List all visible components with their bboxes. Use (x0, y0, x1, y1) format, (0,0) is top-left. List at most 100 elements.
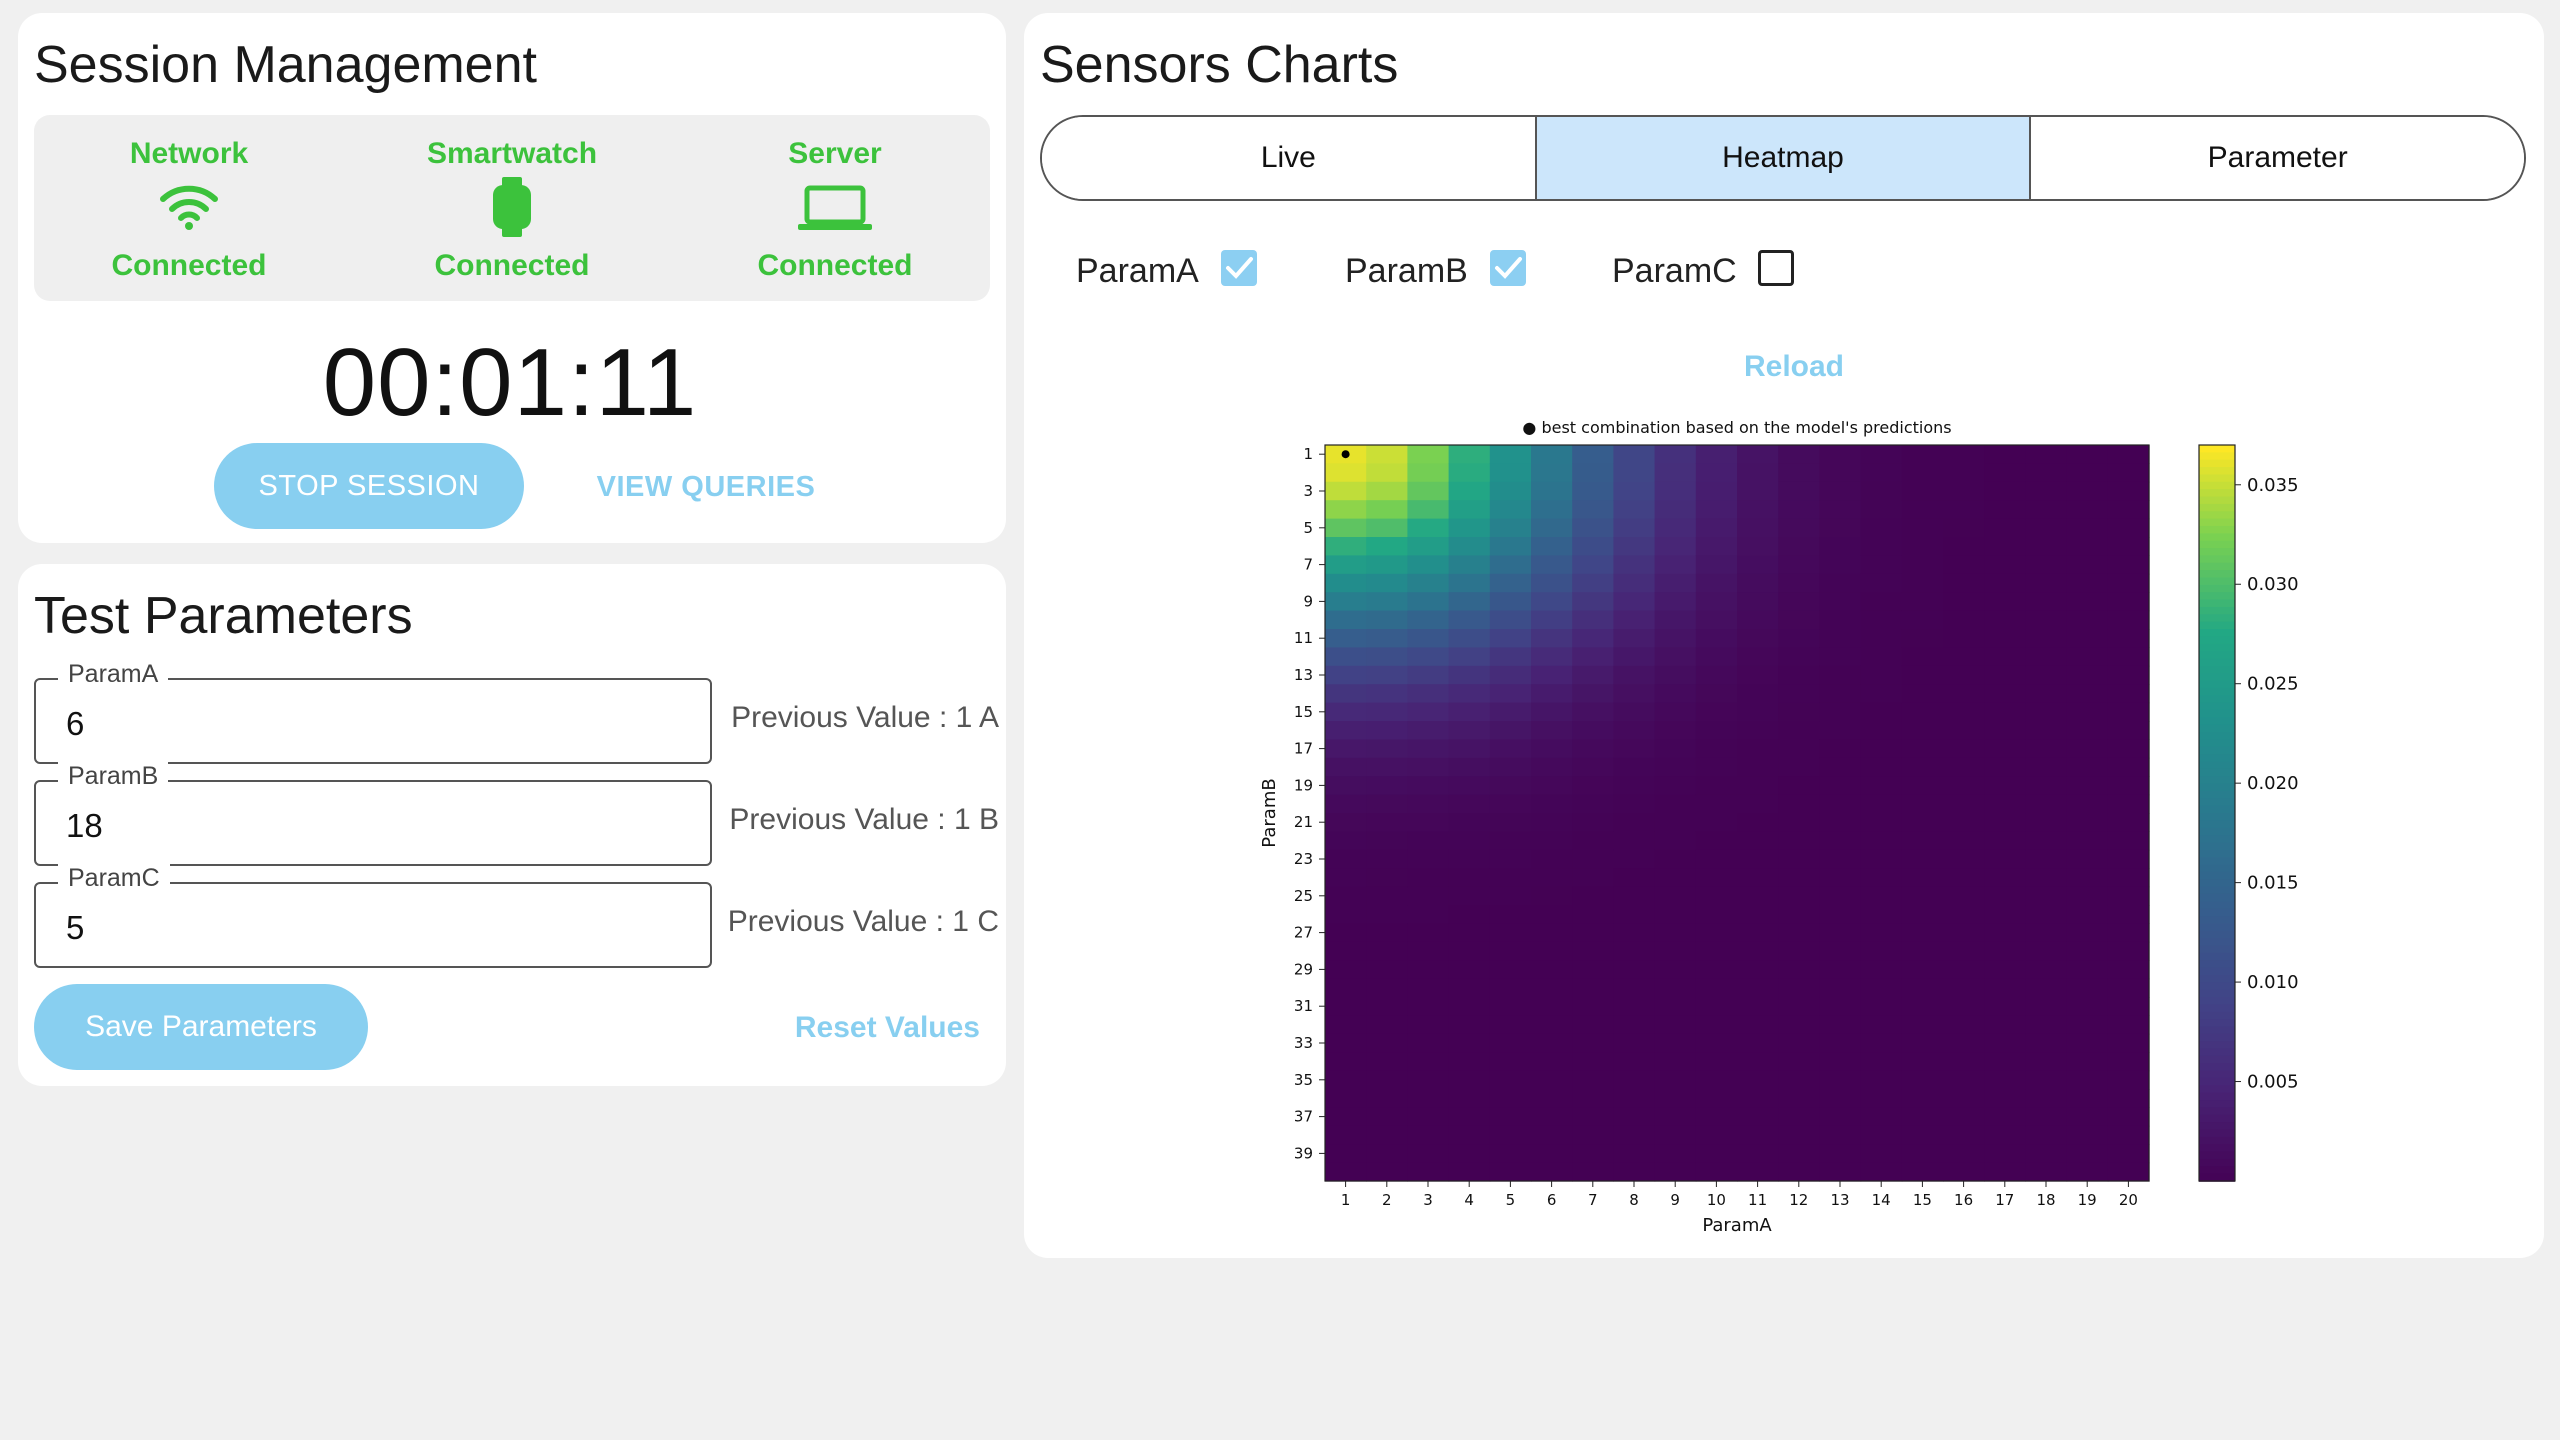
heatmap-cell (1943, 997, 1985, 1016)
heatmap-cell (2107, 1015, 2150, 1035)
heatmap-cell (1778, 702, 1820, 722)
heatmap-cell (2066, 849, 2109, 869)
colorbar-segment (2199, 481, 2235, 490)
heatmap-cell (1860, 610, 1903, 630)
heatmap-cell (1325, 610, 1367, 630)
heatmap-cell (1943, 1125, 1985, 1145)
heatmap-cell (1489, 941, 1532, 961)
tab-heatmap[interactable]: Heatmap (1536, 117, 2032, 199)
heatmap-cell (2066, 739, 2109, 759)
heatmap-cell (1901, 537, 1944, 556)
heatmap-cell (1448, 1162, 1491, 1182)
heatmap-cell (1984, 813, 2026, 832)
heatmap-cell (2066, 1070, 2109, 1090)
heatmap-cell (1778, 905, 1820, 924)
check-param-c-label: ParamC (1612, 252, 1737, 290)
heatmap-cell (1695, 702, 1738, 722)
heatmap-cell (1407, 445, 1450, 464)
checkbox-param-c[interactable] (1758, 250, 1794, 286)
y-tick-label: 13 (1294, 666, 1313, 684)
param-c-input[interactable] (66, 908, 666, 948)
heatmap-cell (1778, 868, 1820, 888)
heatmap-cell (1778, 1052, 1820, 1072)
heatmap-cell (1325, 813, 1367, 832)
stop-session-button[interactable]: STOP SESSION (214, 443, 524, 529)
heatmap-cell (1901, 721, 1944, 740)
heatmap-cell (1860, 518, 1903, 538)
heatmap-cell (2066, 1089, 2109, 1108)
heatmap-cell (1572, 1052, 1614, 1072)
heatmap-cell (1489, 684, 1532, 704)
heatmap-cell (1531, 757, 1573, 777)
colorbar-segment (2199, 1158, 2235, 1168)
checkbox-param-b[interactable] (1490, 250, 1526, 286)
heatmap-cell (2025, 1052, 2068, 1072)
x-tick-label: 5 (1506, 1191, 1516, 1209)
heatmap-cell (1984, 537, 2026, 556)
x-tick-label: 1 (1341, 1191, 1351, 1209)
reload-button[interactable]: Reload (1714, 345, 1874, 389)
colorbar-segment (2199, 518, 2235, 527)
heatmap-cell (1737, 1144, 1779, 1164)
param-b-input[interactable] (66, 806, 666, 846)
heatmap-cell (1984, 721, 2026, 740)
heatmap-cell (1860, 776, 1903, 796)
tab-parameter[interactable]: Parameter (2031, 117, 2524, 199)
heatmap-cell (1819, 868, 1862, 888)
heatmap-cell (1819, 813, 1862, 832)
heatmap-cell (1325, 1070, 1367, 1090)
heatmap-cell (1860, 905, 1903, 924)
heatmap-cell (1407, 555, 1450, 575)
heatmap-cell (1325, 702, 1367, 722)
heatmap-cell (2066, 537, 2109, 556)
heatmap-cell (1407, 702, 1450, 722)
heatmap-cell (1819, 941, 1862, 961)
heatmap-cell (1448, 960, 1491, 980)
heatmap-cell (1572, 1070, 1614, 1090)
colorbar-segment (2199, 592, 2235, 601)
heatmap-cell (1531, 702, 1573, 722)
heatmap-cell (1407, 592, 1450, 612)
colorbar-segment (2199, 732, 2235, 741)
colorbar-segment (2199, 474, 2235, 483)
colorbar-segment (2199, 746, 2235, 755)
heatmap-cell (1572, 463, 1614, 483)
heatmap-cell (1654, 941, 1697, 961)
heatmap-cell (1943, 941, 1985, 961)
heatmap-cell (1778, 978, 1820, 998)
heatmap-cell (2066, 573, 2109, 593)
heatmap-cell (1572, 886, 1614, 906)
heatmap-cell (1695, 1107, 1738, 1127)
heatmap-cell (1695, 831, 1738, 851)
colorbar-segment (2199, 525, 2235, 535)
heatmap-cell (1984, 647, 2026, 667)
save-parameters-button[interactable]: Save Parameters (34, 984, 368, 1070)
heatmap-cell (1531, 776, 1573, 796)
heatmap-cell (1448, 1089, 1491, 1108)
heatmap-cell (1860, 960, 1903, 980)
colorbar-segment (2199, 1019, 2235, 1028)
check-param-b[interactable]: ParamB (1345, 248, 1545, 292)
param-a-input[interactable] (66, 704, 666, 744)
reset-values-button[interactable]: Reset Values (780, 1006, 980, 1050)
heatmap-cell (1901, 1070, 1944, 1090)
checkmark-icon (1226, 257, 1253, 279)
tab-live[interactable]: Live (1042, 117, 1537, 199)
heatmap-cell (1943, 445, 1985, 464)
check-param-c[interactable]: ParamC (1612, 248, 1812, 292)
heatmap-cell (1778, 831, 1820, 851)
heatmap-cell (1448, 684, 1491, 704)
heatmap-cell (1325, 555, 1367, 575)
heatmap-cell (1901, 886, 1944, 906)
checkbox-param-a[interactable] (1221, 250, 1257, 286)
heatmap-cell (1901, 702, 1944, 722)
heatmap-cell (1654, 1144, 1697, 1164)
heatmap-cell (1860, 831, 1903, 851)
check-param-a[interactable]: ParamA (1076, 248, 1276, 292)
heatmap-cell (1613, 1015, 1656, 1035)
heatmap-cell (1737, 573, 1779, 593)
heatmap-cell (1366, 1015, 1408, 1035)
heatmap-cell (1613, 905, 1656, 924)
view-queries-button[interactable]: VIEW QUERIES (566, 465, 846, 509)
heatmap-cell (1613, 537, 1656, 556)
